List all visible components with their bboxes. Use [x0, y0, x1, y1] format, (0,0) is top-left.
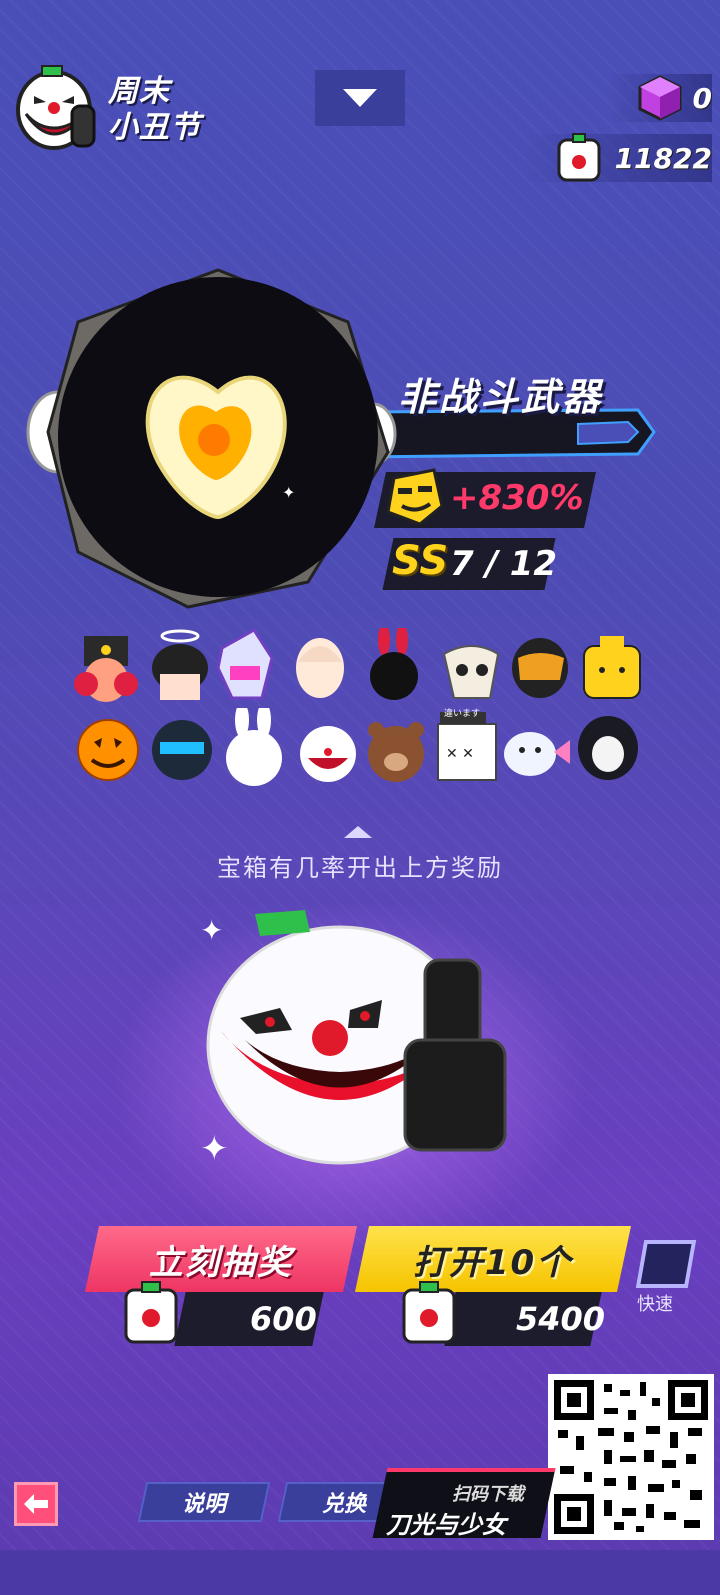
clown-mask-icon	[300, 726, 356, 782]
box-tag-label: 違います	[444, 709, 481, 719]
open-ten-button[interactable]: 打开10个	[354, 1226, 632, 1292]
svg-text:✦: ✦	[200, 1129, 229, 1169]
chest-hint: 宝箱有几率开出上方奖励	[217, 854, 503, 882]
open-ten-label: 打开10个	[413, 1242, 573, 1283]
reward-row-2: ✕ ✕ 違います	[72, 702, 652, 788]
fish-head-icon	[504, 732, 570, 776]
rank-grade: SS	[392, 538, 449, 584]
svg-text:✕ ✕: ✕ ✕	[446, 746, 474, 762]
weapon-name: 非战斗武器	[398, 375, 604, 419]
blonde-hair-icon	[296, 638, 344, 698]
fast-toggle-label: 快速	[637, 1294, 673, 1315]
event-title-line2: 小丑节	[108, 110, 201, 145]
event-dropdown-button[interactable]	[315, 70, 405, 126]
knight-helmet-icon	[152, 720, 212, 780]
ticket-counter: 11822	[522, 133, 712, 182]
event-title-line1: 周末	[108, 74, 170, 109]
hint-arrow-icon	[344, 826, 372, 838]
info-button[interactable]: 说明	[137, 1482, 271, 1522]
gem-counter: 0	[606, 74, 712, 122]
ticket-count: 11822	[614, 141, 712, 175]
bottom-bar	[0, 1550, 720, 1595]
halo-hair-icon	[152, 629, 208, 700]
brown-bear-icon	[368, 722, 424, 782]
bonus-value: +830%	[450, 478, 584, 518]
frying-pan-weapon: ✦	[18, 262, 658, 616]
purple-mask-helmet-icon	[216, 627, 274, 700]
reward-row-1	[72, 624, 652, 708]
yellow-lego-head-icon	[583, 636, 641, 699]
svg-text:✦: ✦	[282, 483, 295, 502]
purple-cube-icon	[638, 75, 682, 121]
clown-ticket-icon	[402, 1281, 456, 1344]
nutcracker-hat-icon	[74, 636, 138, 702]
ram-skull-icon	[442, 645, 500, 699]
background-pattern	[0, 0, 720, 1595]
fast-toggle-checkbox[interactable]	[635, 1240, 697, 1288]
info-label: 说明	[181, 1492, 226, 1517]
back-button[interactable]	[14, 1482, 58, 1526]
clown-ticket-icon	[557, 133, 601, 182]
rank-count: 7 / 12	[450, 544, 558, 584]
jack-o-lantern-icon	[77, 719, 139, 781]
black-bunny-icon	[370, 624, 418, 700]
exchange-label: 兑换	[321, 1492, 366, 1517]
gem-count: 0	[692, 81, 712, 115]
reaper-hood-icon	[578, 716, 638, 780]
event-title: 周末 小丑节	[108, 74, 201, 146]
chevron-down-icon	[343, 89, 377, 107]
gold-visor-helmet-icon	[512, 638, 568, 698]
clown-ticket-icon	[124, 1281, 178, 1344]
arrow-left-icon	[24, 1494, 48, 1514]
draw-once-cost: 600	[250, 1300, 317, 1338]
event-clown-avatar[interactable]	[12, 62, 98, 152]
yellow-face-icon	[386, 468, 444, 526]
promo-small-text: 扫码下载	[452, 1484, 524, 1505]
qr-code	[548, 1374, 714, 1540]
cardboard-box-head-icon: ✕ ✕	[437, 712, 497, 781]
white-bunny-icon	[226, 702, 282, 786]
svg-text:✦: ✦	[200, 914, 223, 947]
draw-once-label: 立刻抽奖	[149, 1242, 293, 1283]
promo-title: 刀光与少女	[386, 1511, 506, 1539]
clown-chest[interactable]: ✦ ✦	[200, 910, 520, 1174]
open-ten-cost: 5400	[516, 1300, 606, 1338]
